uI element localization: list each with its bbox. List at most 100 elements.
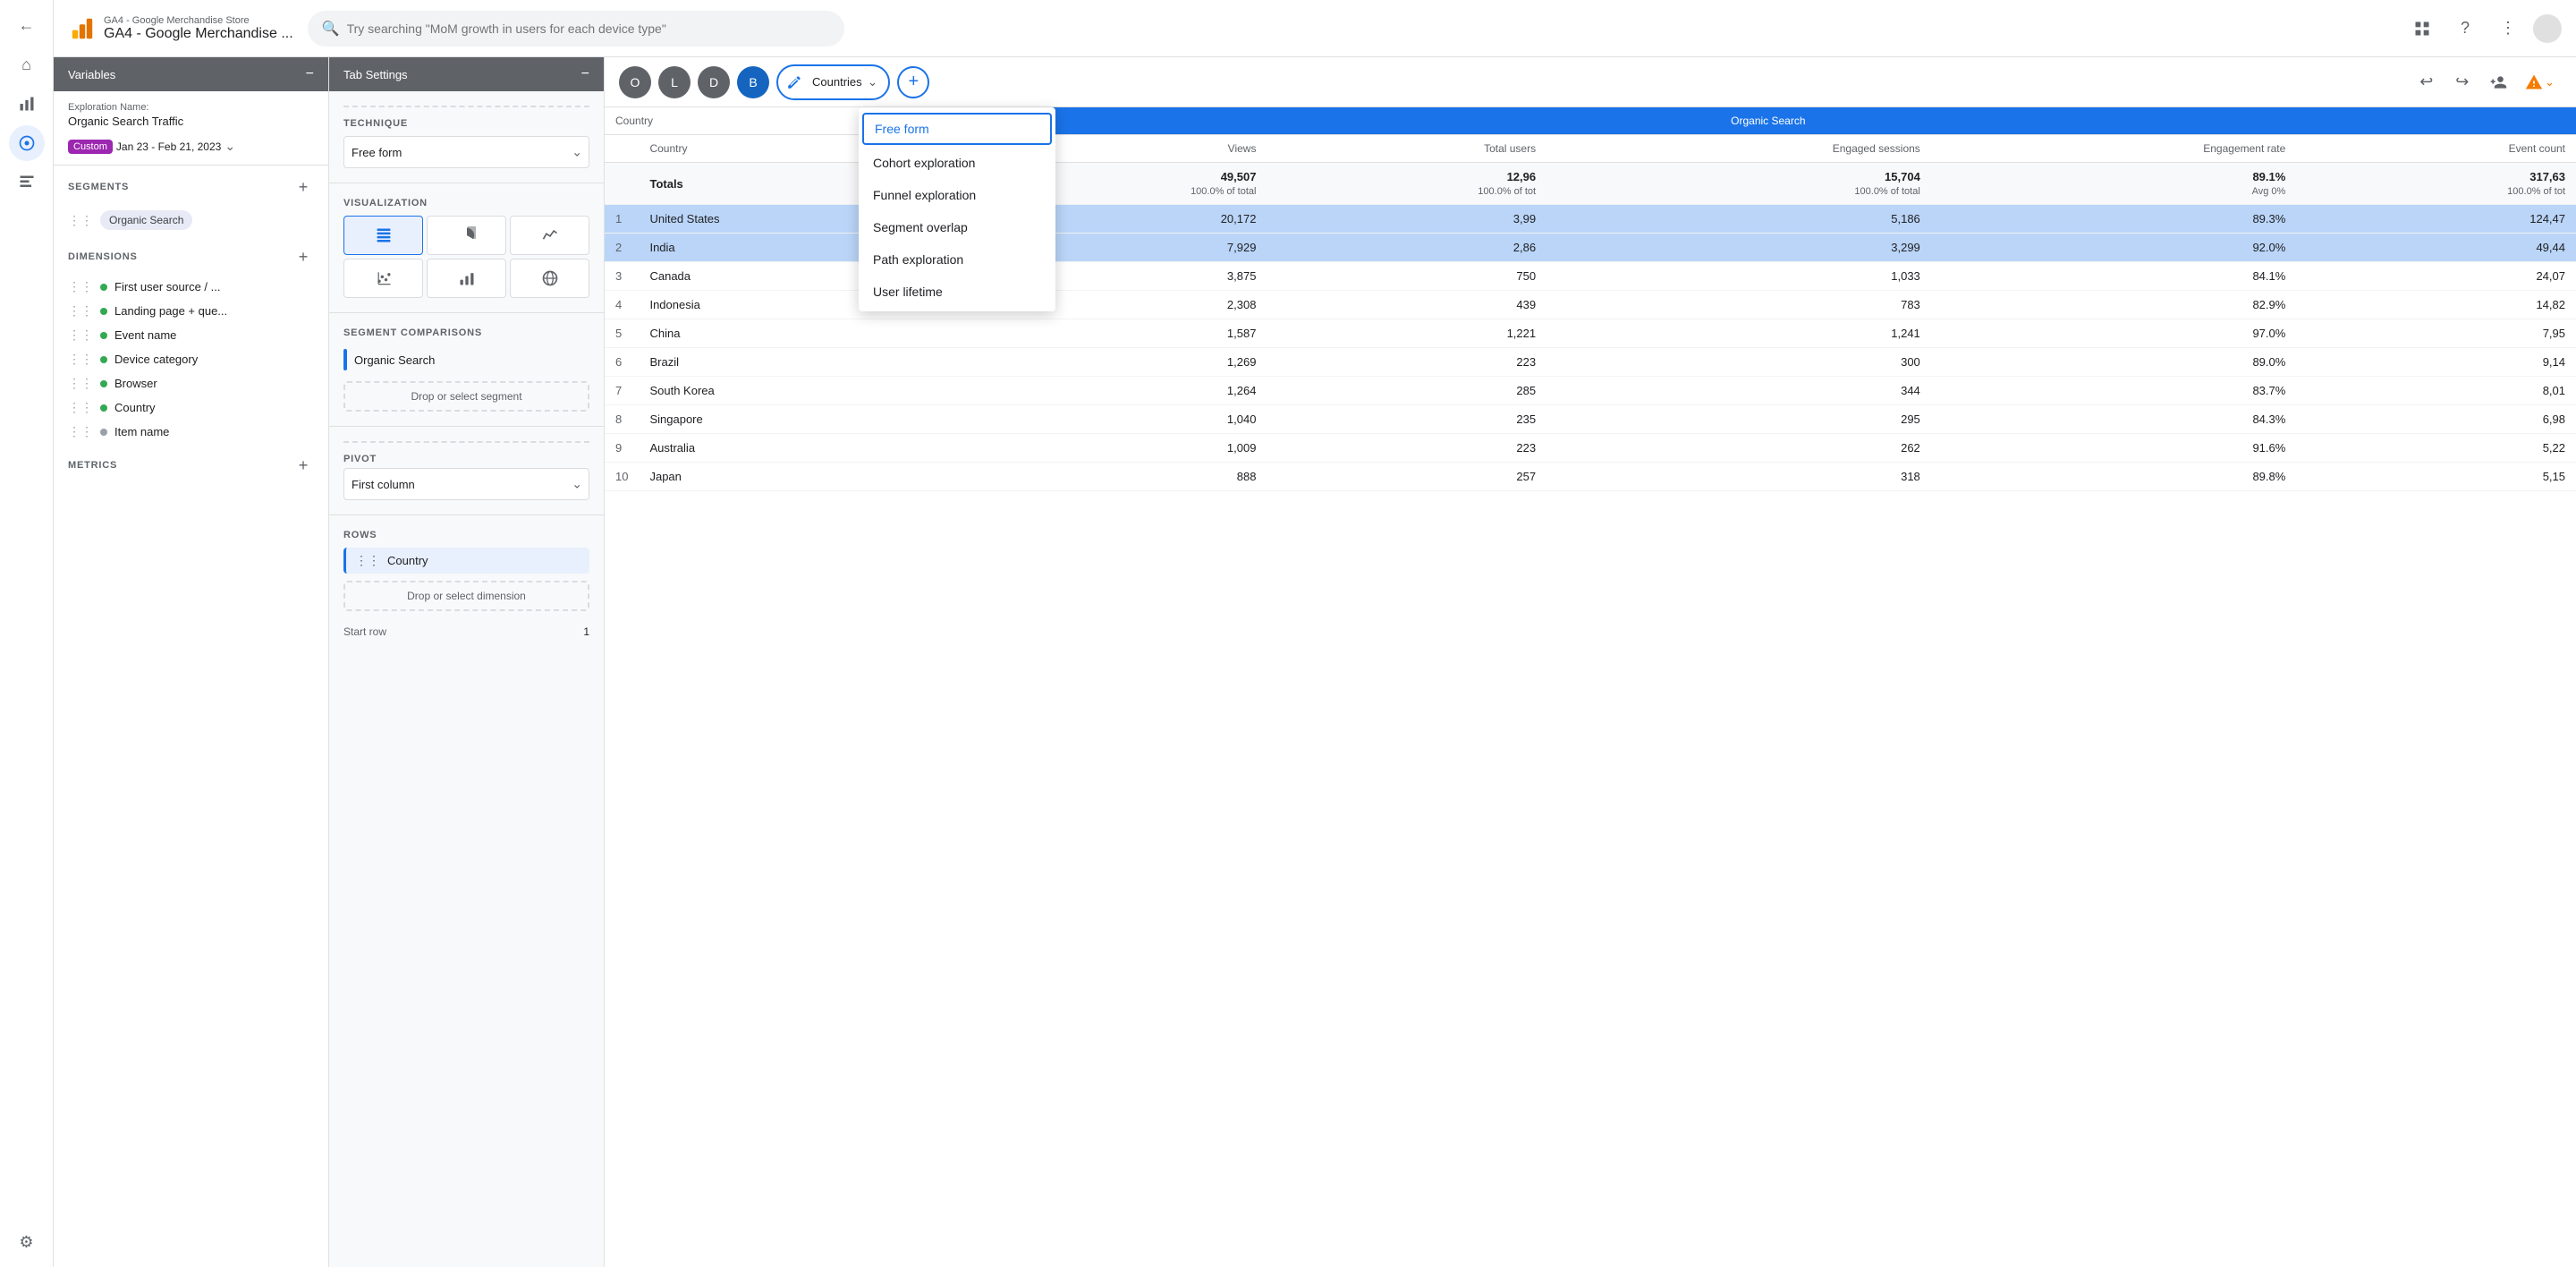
variables-minimize-button[interactable]: − xyxy=(306,66,314,82)
tab-active-avatar xyxy=(782,70,807,95)
table-row[interactable]: 10 Japan 888 257 318 89.8% 5,15 xyxy=(605,463,2576,491)
dimension-item-item-name[interactable]: ⋮⋮ Item name xyxy=(54,420,328,444)
segment-comparison-item[interactable]: Organic Search xyxy=(343,345,589,374)
tab-b[interactable]: B xyxy=(737,66,769,98)
row-event-count: 9,14 xyxy=(2296,348,2576,377)
analytics-logo xyxy=(68,14,97,43)
viz-map-button[interactable] xyxy=(510,259,589,298)
dropdown-item-segment-overlap[interactable]: Segment overlap xyxy=(859,211,1055,243)
row-engaged-sessions: 1,241 xyxy=(1546,319,1931,348)
add-dimension-button[interactable]: + xyxy=(292,246,314,268)
warning-chevron-icon: ⌄ xyxy=(2545,75,2555,89)
main-content: GA4 - Google Merchandise Store GA4 - Goo… xyxy=(54,0,2576,1267)
dropdown-item-cohort[interactable]: Cohort exploration xyxy=(859,147,1055,179)
totals-total-users: 12,96 100.0% of tot xyxy=(1267,163,1546,205)
dimension-item-device-category[interactable]: ⋮⋮ Device category xyxy=(54,347,328,371)
redo-button[interactable]: ↪ xyxy=(2446,66,2479,98)
row-dimension-item[interactable]: ⋮⋮ Country xyxy=(343,548,589,574)
row-engagement-rate: 89.3% xyxy=(1931,205,2297,234)
user-avatar[interactable] xyxy=(2533,14,2562,43)
dimension-item-event-name[interactable]: ⋮⋮ Event name xyxy=(54,323,328,347)
drag-handle-icon: ⋮⋮ xyxy=(68,279,93,294)
dimension-item-browser[interactable]: ⋮⋮ Browser xyxy=(54,371,328,395)
tab-settings-panel-header: Tab Settings − xyxy=(329,57,604,91)
tab-d[interactable]: D xyxy=(698,66,730,98)
dimensions-header: DIMENSIONS + xyxy=(68,246,314,268)
search-input[interactable] xyxy=(347,21,830,36)
more-options-button[interactable]: ⋮ xyxy=(2490,11,2526,47)
add-tab-button[interactable]: + xyxy=(897,66,929,98)
row-total-users: 285 xyxy=(1267,377,1546,405)
technique-label: TECHNIQUE xyxy=(343,106,589,129)
dropdown-item-user-lifetime[interactable]: User lifetime xyxy=(859,276,1055,308)
drag-handle-icon: ⋮⋮ xyxy=(68,400,93,415)
nav-settings-icon[interactable]: ⚙ xyxy=(9,1224,45,1260)
row-views: 1,264 xyxy=(961,377,1267,405)
nav-reports-icon[interactable] xyxy=(9,86,45,122)
dropdown-item-funnel[interactable]: Funnel exploration xyxy=(859,179,1055,211)
tab-settings-panel: Tab Settings − TECHNIQUE Free form Cohor… xyxy=(329,57,605,1267)
table-row[interactable]: 5 China 1,587 1,221 1,241 97.0% 7,95 xyxy=(605,319,2576,348)
dimension-label: Landing page + que... xyxy=(114,304,227,318)
dimension-item-first-user-source[interactable]: ⋮⋮ First user source / ... xyxy=(54,275,328,299)
date-range[interactable]: Custom Jan 23 - Feb 21, 2023 ⌄ xyxy=(68,139,314,154)
grid-view-button[interactable] xyxy=(2404,11,2440,47)
nav-home-icon[interactable]: ⌂ xyxy=(9,47,45,82)
nav-explore-icon[interactable] xyxy=(9,125,45,161)
row-dimension-label: Country xyxy=(387,554,428,567)
pivot-select[interactable]: First column Second column xyxy=(343,468,589,500)
nav-advertising-icon[interactable] xyxy=(9,165,45,200)
add-user-button[interactable] xyxy=(2482,66,2514,98)
help-button[interactable]: ? xyxy=(2447,11,2483,47)
warning-button[interactable]: ⌄ xyxy=(2518,70,2562,95)
header-search[interactable]: 🔍 xyxy=(308,11,844,47)
header-actions: ? ⋮ xyxy=(2404,11,2562,47)
header-page-title: GA4 - Google Merchandise ... xyxy=(104,26,293,42)
viz-line-button[interactable] xyxy=(510,216,589,255)
undo-button[interactable]: ↩ xyxy=(2411,66,2443,98)
viz-bar-button[interactable] xyxy=(427,259,506,298)
dimension-item-landing-page[interactable]: ⋮⋮ Landing page + que... xyxy=(54,299,328,323)
dimension-label: Device category xyxy=(114,353,198,366)
add-segment-button[interactable]: + xyxy=(292,176,314,198)
technique-section: TECHNIQUE Free form Cohort exploration F… xyxy=(329,91,604,183)
drag-handle-icon: ⋮⋮ xyxy=(68,303,93,319)
tab-settings-minimize-button[interactable]: − xyxy=(581,66,589,82)
dimension-label: Item name xyxy=(114,425,169,438)
technique-select[interactable]: Free form Cohort exploration Funnel expl… xyxy=(343,136,589,168)
tab-o[interactable]: O xyxy=(619,66,651,98)
dropdown-item-path[interactable]: Path exploration xyxy=(859,243,1055,276)
add-metric-button[interactable]: + xyxy=(292,455,314,476)
drop-dimension-zone[interactable]: Drop or select dimension xyxy=(343,581,589,611)
dimension-dot xyxy=(100,308,107,315)
viz-table-button[interactable] xyxy=(343,216,423,255)
drop-segment-zone[interactable]: Drop or select segment xyxy=(343,381,589,412)
row-engagement-rate: 83.7% xyxy=(1931,377,2297,405)
table-row[interactable]: 9 Australia 1,009 223 262 91.6% 5,22 xyxy=(605,434,2576,463)
row-country: China xyxy=(639,319,960,348)
table-row[interactable]: 8 Singapore 1,040 235 295 84.3% 6,98 xyxy=(605,405,2576,434)
variables-title: Variables xyxy=(68,68,115,81)
tab-l[interactable]: L xyxy=(658,66,691,98)
pivot-select-wrapper: First column Second column ⌄ xyxy=(343,468,589,500)
table-row[interactable]: 7 South Korea 1,264 285 344 83.7% 8,01 xyxy=(605,377,2576,405)
segment-item-organic[interactable]: ⋮⋮ Organic Search xyxy=(54,205,328,235)
active-tab[interactable]: Countries ⌄ xyxy=(776,64,890,100)
date-text: Jan 23 - Feb 21, 2023 xyxy=(116,140,221,153)
row-views: 1,009 xyxy=(961,434,1267,463)
row-country: Brazil xyxy=(639,348,960,377)
dimensions-title: DIMENSIONS xyxy=(68,251,138,262)
dimension-item-country[interactable]: ⋮⋮ Country xyxy=(54,395,328,420)
seg-comp-label: SEGMENT COMPARISONS xyxy=(343,327,589,338)
viz-pie-button[interactable] xyxy=(427,216,506,255)
dropdown-item-free-form[interactable]: Free form xyxy=(862,113,1052,145)
nav-back-icon[interactable]: ← xyxy=(9,7,45,43)
exploration-name: Organic Search Traffic xyxy=(68,115,314,128)
row-event-count: 5,22 xyxy=(2296,434,2576,463)
segment-chip-organic[interactable]: Organic Search xyxy=(100,210,192,230)
row-total-users: 750 xyxy=(1267,262,1546,291)
viz-scatter-button[interactable] xyxy=(343,259,423,298)
row-engagement-rate: 89.8% xyxy=(1931,463,2297,491)
table-row[interactable]: 6 Brazil 1,269 223 300 89.0% 9,14 xyxy=(605,348,2576,377)
row-engaged-sessions: 262 xyxy=(1546,434,1931,463)
